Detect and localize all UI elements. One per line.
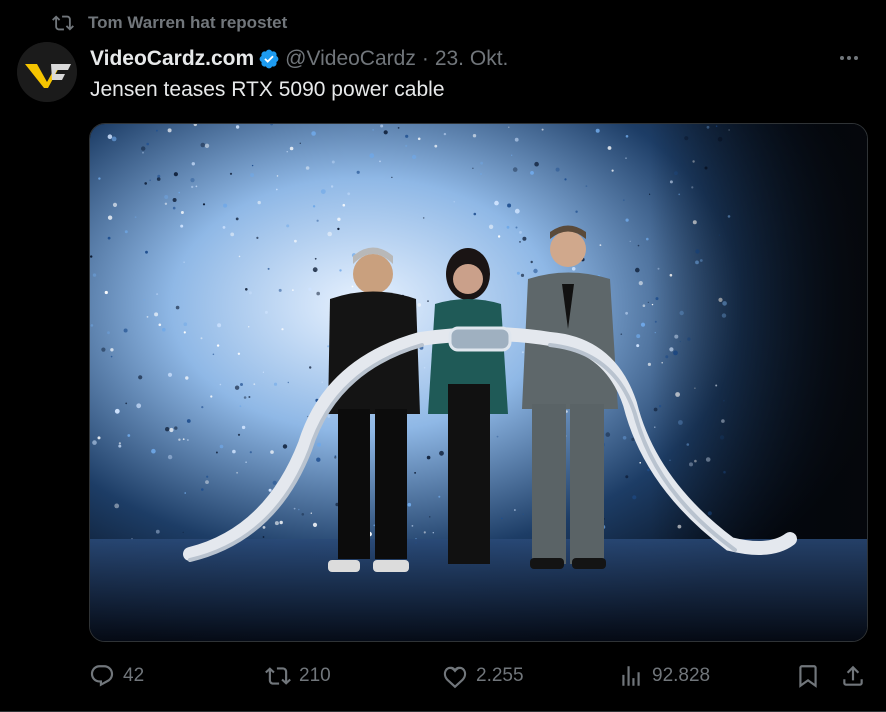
- tweet-image[interactable]: [89, 123, 868, 642]
- reply-button[interactable]: 42: [89, 658, 144, 694]
- more-icon: [840, 56, 858, 60]
- tweet-text: Jensen teases RTX 5090 power cable: [90, 78, 445, 101]
- display-name[interactable]: VideoCardz.com: [90, 47, 254, 71]
- more-options-button[interactable]: [834, 46, 864, 70]
- bookmark-icon: [799, 665, 817, 688]
- videocardz-logo: [17, 42, 77, 102]
- repost-count: 210: [299, 665, 331, 686]
- handle[interactable]: @VideoCardz: [285, 47, 416, 71]
- repost-indicator[interactable]: Tom Warren hat repostet: [52, 10, 287, 36]
- repost-label: Tom Warren hat repostet: [88, 13, 288, 32]
- avatar[interactable]: [17, 42, 77, 102]
- repost-icon: [265, 667, 291, 685]
- reply-count: 42: [123, 665, 145, 686]
- analytics-icon: [622, 666, 640, 686]
- verified-badge-icon[interactable]: [258, 48, 280, 70]
- share-icon: [843, 665, 863, 686]
- views-button[interactable]: 92.828: [618, 658, 710, 694]
- repost-button[interactable]: 210: [265, 658, 331, 694]
- timestamp[interactable]: 23. Okt.: [435, 47, 509, 71]
- tweet-header: VideoCardz.com @VideoCardz · 23. Okt.: [90, 44, 856, 74]
- share-button[interactable]: [840, 658, 866, 694]
- like-button[interactable]: 2.255: [442, 658, 524, 694]
- reply-icon: [90, 665, 114, 687]
- heart-icon: [443, 666, 467, 689]
- separator-dot: ·: [421, 47, 429, 70]
- like-count: 2.255: [476, 665, 524, 686]
- action-bar: 42 210 2.255 92.828: [89, 658, 869, 694]
- view-count: 92.828: [652, 665, 711, 686]
- bookmark-button[interactable]: [795, 658, 821, 694]
- repost-icon: [52, 15, 74, 31]
- stage-photo: [90, 124, 867, 641]
